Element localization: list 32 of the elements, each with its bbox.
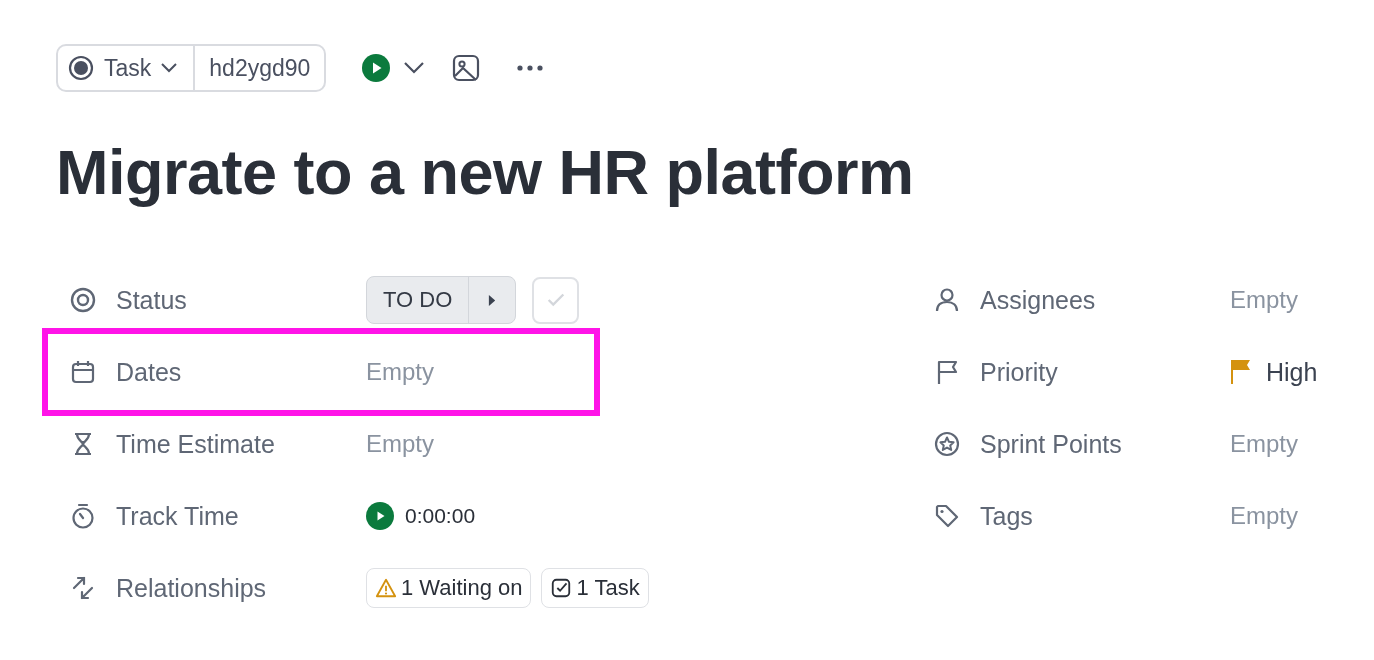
- warning-icon: [375, 577, 397, 599]
- relationship-chip[interactable]: 1 Waiting on: [366, 568, 532, 608]
- timer-value: 0:00:00: [405, 504, 476, 528]
- calendar-icon: [70, 359, 96, 385]
- chevron-down-icon[interactable]: [404, 62, 425, 74]
- task-type-button[interactable]: Task: [58, 46, 194, 90]
- field-label: Sprint Points: [980, 429, 1123, 459]
- play-icon[interactable]: [362, 54, 391, 82]
- field-label: Dates: [116, 357, 183, 387]
- field-label: Status: [116, 285, 188, 315]
- tag-icon: [934, 503, 960, 529]
- play-icon[interactable]: [366, 502, 394, 530]
- field-label: Relationships: [116, 573, 268, 603]
- more-icon[interactable]: [516, 64, 545, 72]
- field-label: Time Estimate: [116, 429, 276, 459]
- field-label: Track Time: [116, 501, 240, 531]
- task-title[interactable]: Migrate to a new HR platform: [56, 136, 1374, 208]
- priority-value[interactable]: High: [1266, 357, 1318, 387]
- arrows-icon: [70, 575, 96, 601]
- relationship-chip[interactable]: 1 Task: [541, 568, 649, 608]
- image-icon[interactable]: [452, 54, 481, 82]
- task-id-button[interactable]: hd2ygd90: [193, 46, 325, 90]
- radio-icon: [68, 55, 94, 81]
- checkbox-icon: [550, 577, 573, 599]
- field-label: Assignees: [980, 285, 1097, 315]
- target-icon: [70, 287, 96, 313]
- field-label: Tags: [980, 501, 1034, 531]
- caret-right-icon: [487, 293, 497, 307]
- stopwatch-icon: [70, 503, 96, 529]
- field-label: Priority: [980, 357, 1059, 387]
- chevron-down-icon: [161, 63, 178, 73]
- person-icon: [934, 287, 960, 313]
